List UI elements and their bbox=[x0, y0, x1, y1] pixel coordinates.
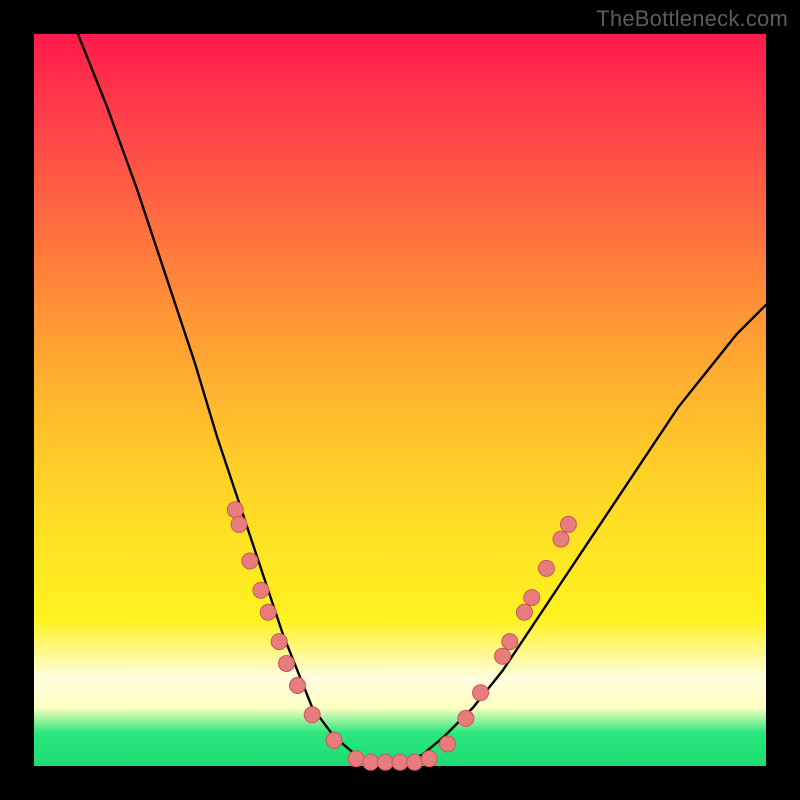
data-marker bbox=[421, 751, 437, 767]
data-marker bbox=[524, 590, 540, 606]
data-marker bbox=[407, 754, 423, 770]
data-marker bbox=[473, 685, 489, 701]
chart-svg bbox=[34, 34, 766, 766]
data-marker bbox=[458, 710, 474, 726]
data-marker bbox=[290, 678, 306, 694]
data-marker bbox=[440, 736, 456, 752]
data-marker bbox=[553, 531, 569, 547]
data-marker bbox=[560, 516, 576, 532]
data-marker bbox=[279, 656, 295, 672]
data-marker bbox=[538, 560, 554, 576]
bottleneck-curve bbox=[78, 34, 766, 762]
data-marker bbox=[516, 604, 532, 620]
data-marker bbox=[271, 634, 287, 650]
data-marker bbox=[260, 604, 276, 620]
data-marker bbox=[253, 582, 269, 598]
data-marker bbox=[348, 751, 364, 767]
data-marker bbox=[304, 707, 320, 723]
plot-area bbox=[34, 34, 766, 766]
chart-frame: TheBottleneck.com bbox=[0, 0, 800, 800]
marker-group bbox=[227, 502, 576, 771]
data-marker bbox=[377, 754, 393, 770]
data-marker bbox=[326, 732, 342, 748]
data-marker bbox=[231, 516, 247, 532]
data-marker bbox=[227, 502, 243, 518]
data-marker bbox=[495, 648, 511, 664]
watermark-text: TheBottleneck.com bbox=[596, 6, 788, 32]
data-marker bbox=[242, 553, 258, 569]
data-marker bbox=[392, 754, 408, 770]
data-marker bbox=[363, 754, 379, 770]
data-marker bbox=[502, 634, 518, 650]
